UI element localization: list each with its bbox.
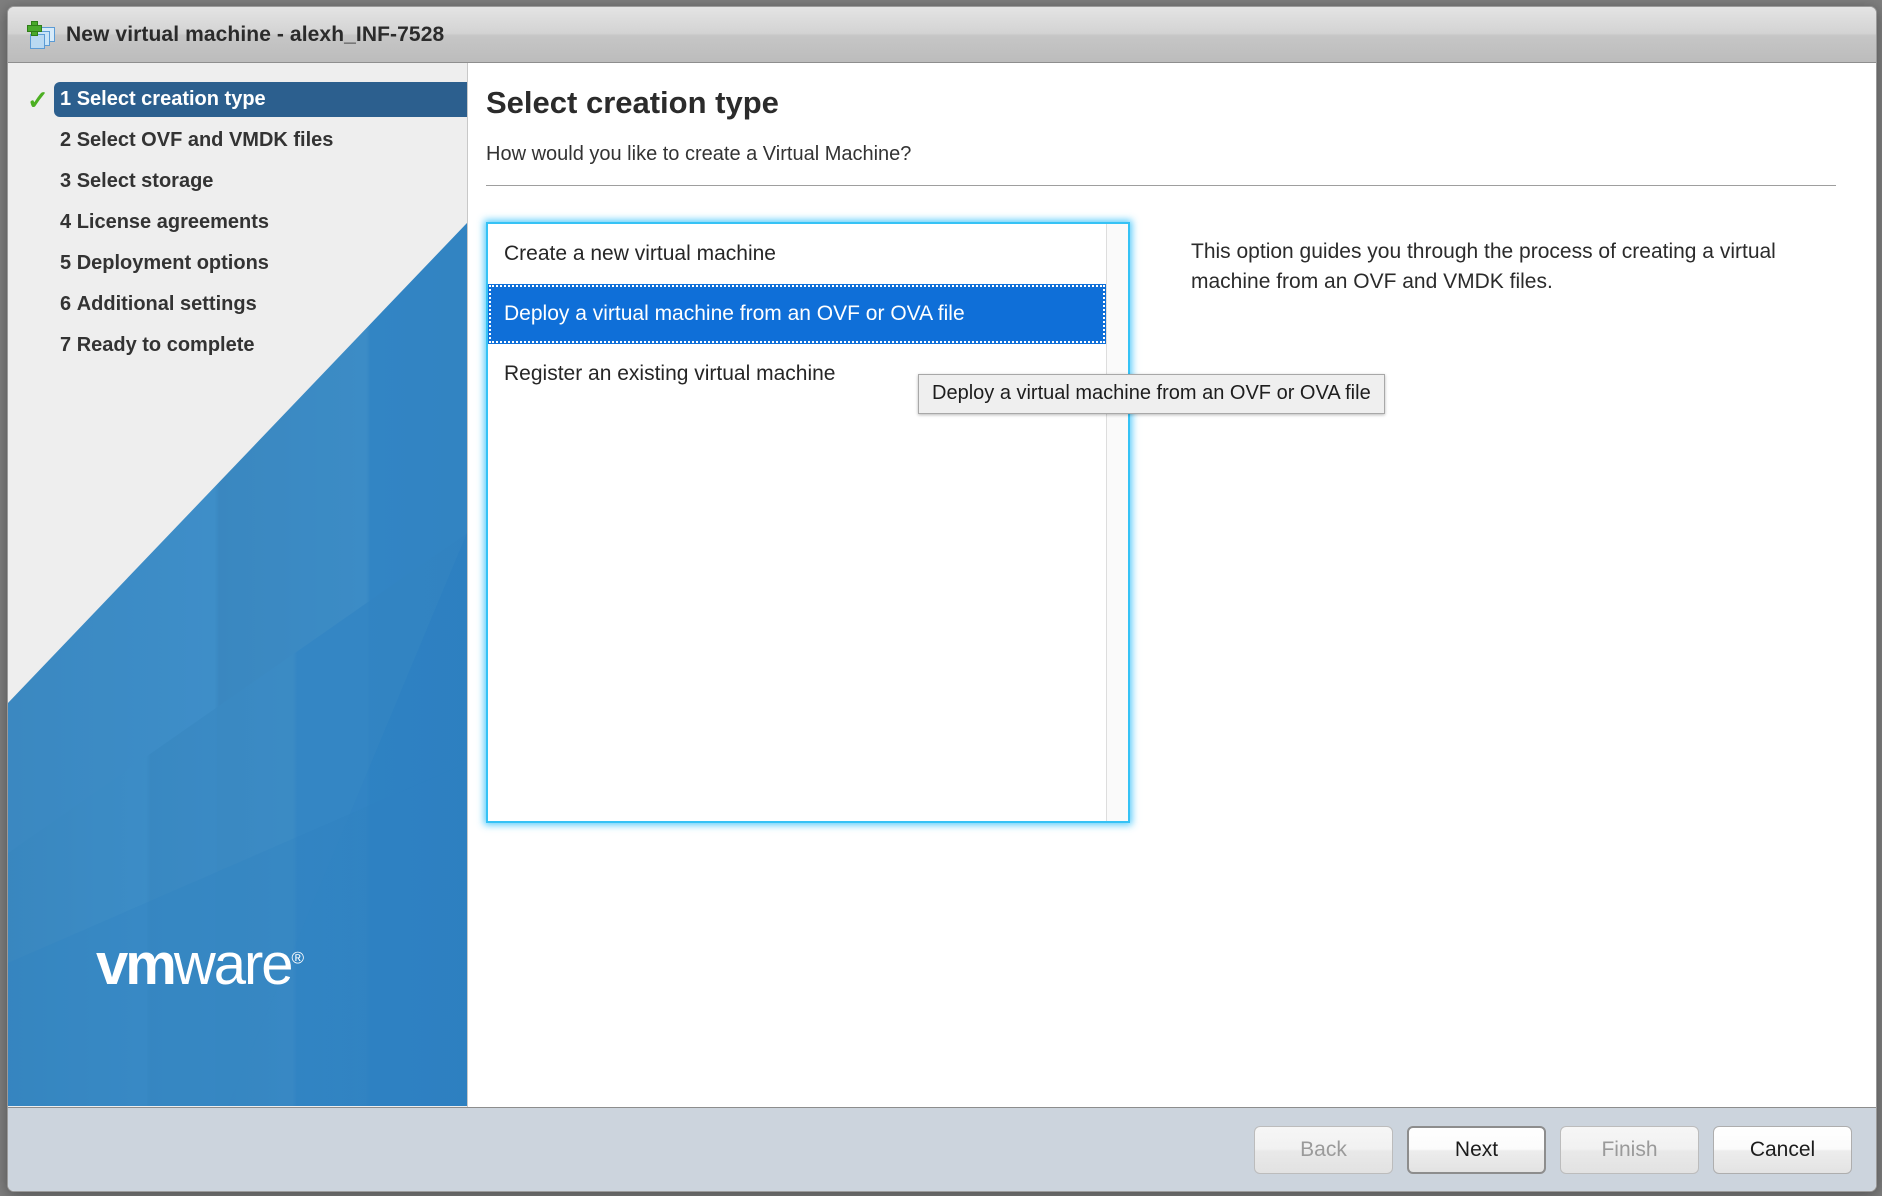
page-title: Select creation type xyxy=(486,85,779,120)
sidebar-step-2[interactable]: 2 Select OVF and VMDK files xyxy=(8,120,467,161)
option-deploy-from-ovf-ova[interactable]: Deploy a virtual machine from an OVF or … xyxy=(488,284,1106,344)
sidebar-step-7-number: 7 xyxy=(60,334,72,356)
new-virtual-machine-icon xyxy=(26,20,56,49)
back-button[interactable]: Back xyxy=(1254,1125,1393,1174)
sidebar-step-6-number: 6 xyxy=(60,293,72,315)
sidebar-step-5-label: Deployment options xyxy=(76,252,269,274)
option-label: Create a new virtual machine xyxy=(504,242,776,265)
sidebar-step-5-number: 5 xyxy=(60,252,72,274)
new-virtual-machine-dialog: New virtual machine - alexh_INF-7528 ✓ 1… xyxy=(7,6,1877,1192)
sidebar-step-6[interactable]: 6 Additional settings xyxy=(8,284,467,325)
sidebar-step-2-number: 2 xyxy=(60,129,72,151)
title-bar: New virtual machine - alexh_INF-7528 xyxy=(8,7,1876,63)
sidebar-step-7-label: Ready to complete xyxy=(76,334,255,356)
sidebar-step-1[interactable]: ✓ 1 Select creation type xyxy=(8,79,467,120)
option-description: This option guides you through the proce… xyxy=(1191,240,1776,294)
wizard-sidebar: ✓ 1 Select creation type 2 Select OVF an… xyxy=(8,63,468,1107)
cancel-button[interactable]: Cancel xyxy=(1713,1125,1852,1174)
cancel-button-label: Cancel xyxy=(1749,1137,1816,1161)
sidebar-step-6-label: Additional settings xyxy=(76,293,257,315)
finish-button[interactable]: Finish xyxy=(1560,1125,1699,1174)
option-tooltip: Deploy a virtual machine from an OVF or … xyxy=(918,374,1385,414)
sidebar-step-1-label: Select creation type xyxy=(76,88,266,110)
option-label: Register an existing virtual machine xyxy=(504,362,836,385)
vmware-logo: vmware® xyxy=(96,936,304,994)
vmware-logo-bold: vm xyxy=(96,932,177,997)
next-button[interactable]: Next xyxy=(1407,1125,1546,1174)
sidebar-step-4-label: License agreements xyxy=(76,211,270,233)
sidebar-step-4-number: 4 xyxy=(60,211,72,233)
sidebar-step-3-label: Select storage xyxy=(76,170,214,192)
listbox-scrollbar[interactable] xyxy=(1106,224,1128,821)
sidebar-step-4[interactable]: 4 License agreements xyxy=(8,202,467,243)
page-subtitle: How would you like to create a Virtual M… xyxy=(486,143,912,165)
main-content: Select creation type How would you like … xyxy=(468,63,1876,1107)
window-title: New virtual machine - alexh_INF-7528 xyxy=(66,22,445,46)
dialog-body: ✓ 1 Select creation type 2 Select OVF an… xyxy=(8,63,1876,1107)
sidebar-step-7[interactable]: 7 Ready to complete xyxy=(8,325,467,366)
wizard-step-list: ✓ 1 Select creation type 2 Select OVF an… xyxy=(8,63,467,366)
sidebar-step-2-label: Select OVF and VMDK files xyxy=(76,129,334,151)
sidebar-step-5[interactable]: 5 Deployment options xyxy=(8,243,467,284)
option-create-new-virtual-machine[interactable]: Create a new virtual machine xyxy=(488,224,1106,284)
registered-mark: ® xyxy=(291,948,305,968)
sidebar-step-1-number: 1 xyxy=(60,88,72,110)
back-button-label: Back xyxy=(1300,1137,1347,1161)
sidebar-step-3[interactable]: 3 Select storage xyxy=(8,161,467,202)
dialog-footer: Back Next Finish Cancel xyxy=(8,1107,1876,1191)
header-divider xyxy=(486,185,1836,186)
step-complete-check-icon: ✓ xyxy=(27,84,49,115)
finish-button-label: Finish xyxy=(1601,1137,1658,1161)
creation-type-listbox[interactable]: Create a new virtual machine Deploy a vi… xyxy=(486,222,1130,823)
next-button-label: Next xyxy=(1454,1137,1499,1161)
sidebar-step-3-number: 3 xyxy=(60,170,72,192)
vmware-logo-light: ware xyxy=(173,932,294,997)
option-label: Deploy a virtual machine from an OVF or … xyxy=(504,302,965,325)
